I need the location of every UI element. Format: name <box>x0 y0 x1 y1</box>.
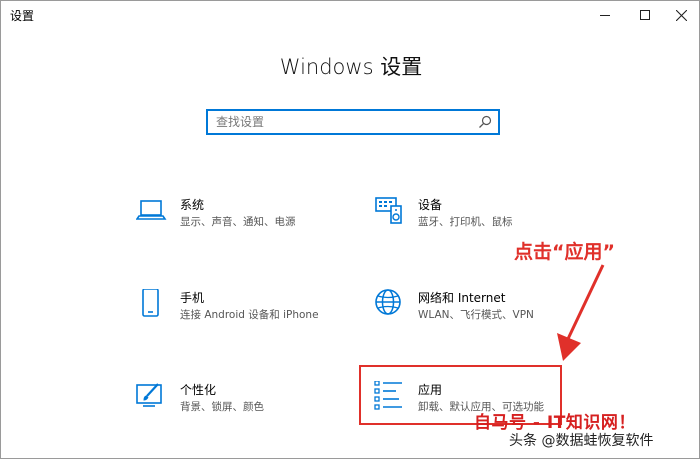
tile-description: 背景、锁屏、颜色 <box>180 401 264 413</box>
tile-description: WLAN、飞行模式、VPN <box>418 309 534 321</box>
tile-name: 手机 <box>180 291 205 305</box>
minimize-icon <box>600 14 610 16</box>
minimize-button[interactable] <box>585 1 625 29</box>
tile-name: 个性化 <box>180 383 217 397</box>
close-icon <box>675 9 687 21</box>
click-apps-annotation: 点击“应用” <box>514 241 615 263</box>
title-bar: 设置 <box>1 1 699 29</box>
search-input[interactable] <box>216 114 466 130</box>
search-box[interactable] <box>206 109 500 135</box>
tile-personalization[interactable]: 个性化 背景、锁屏、颜色 <box>136 381 336 431</box>
window-title: 设置 <box>10 9 35 23</box>
tile-name: 网络和 Internet <box>418 291 506 305</box>
tile-description: 连接 Android 设备和 iPhone <box>180 309 319 321</box>
close-button[interactable] <box>661 1 700 29</box>
watermark-source: 头条 @数据蛙恢复软件 <box>509 433 654 449</box>
tile-phone[interactable]: 手机 连接 Android 设备和 iPhone <box>136 289 336 339</box>
tile-name: 系统 <box>180 198 205 212</box>
personalization-icon <box>136 383 162 407</box>
search-icon[interactable] <box>478 115 492 129</box>
phone-icon <box>142 289 159 317</box>
laptop-icon <box>136 200 167 220</box>
settings-window: 设置 Windows 设置 系统 显示、声音、通知、电源 <box>0 0 700 459</box>
maximize-icon <box>640 10 650 20</box>
tile-name: 设备 <box>418 198 443 212</box>
globe-icon <box>375 289 401 315</box>
tile-description: 蓝牙、打印机、鼠标 <box>418 216 513 228</box>
tile-system[interactable]: 系统 显示、声音、通知、电源 <box>136 196 336 246</box>
annotation-arrow-icon <box>557 264 605 361</box>
maximize-button[interactable] <box>625 1 665 29</box>
devices-icon <box>375 197 402 224</box>
tile-description: 显示、声音、通知、电源 <box>180 216 296 228</box>
page-title: Windows 设置 <box>279 55 423 79</box>
tile-network[interactable]: 网络和 Internet WLAN、飞行模式、VPN <box>374 289 574 339</box>
